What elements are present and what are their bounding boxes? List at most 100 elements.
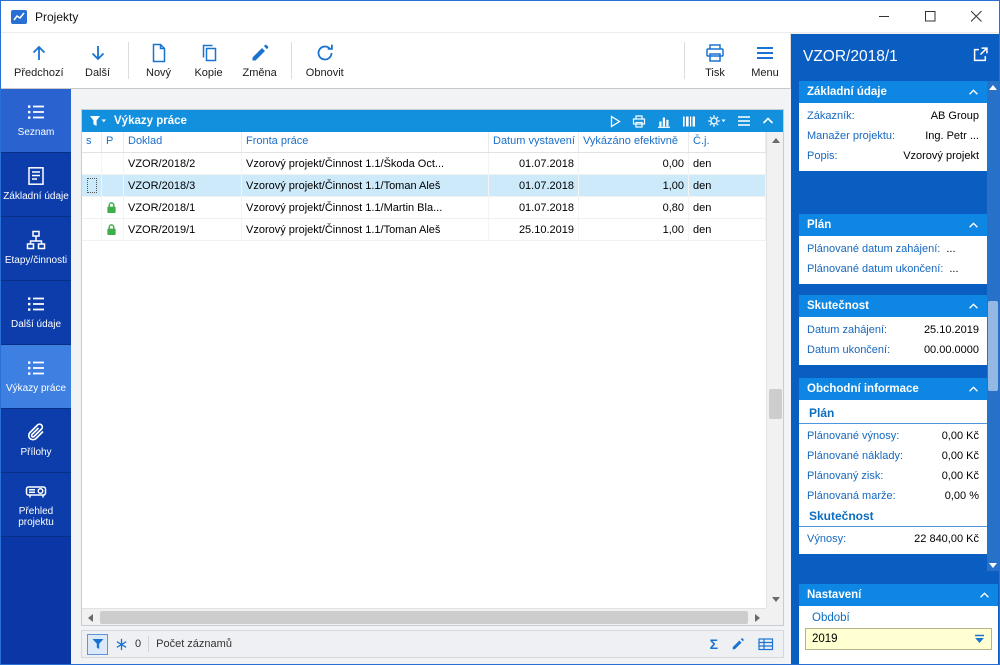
sidebar-item-label: Výkazy práce	[5, 383, 67, 395]
print-label: Tisk	[705, 66, 725, 79]
section-nastaveni: Nastavení Období 2019	[799, 584, 998, 664]
play-icon[interactable]	[609, 114, 621, 128]
cell-cj: den	[689, 219, 766, 240]
gear-icon[interactable]	[707, 114, 726, 128]
minimize-button[interactable]	[861, 1, 907, 32]
filter-icon[interactable]	[89, 115, 107, 128]
column-header-vykazano[interactable]: Vykázáno efektivně	[579, 132, 689, 152]
form-icon	[26, 166, 46, 186]
table-row[interactable]: VZOR/2018/1 Vzorový projekt/Činnost 1.1/…	[82, 197, 766, 219]
column-header-p[interactable]: P	[102, 132, 124, 152]
scroll-right-arrow[interactable]	[749, 609, 766, 626]
chart-icon[interactable]	[657, 115, 671, 128]
section-plan: Plán Plánované datum zahájení:... Plánov…	[799, 214, 987, 284]
column-header-fronta-prace[interactable]: Fronta práce	[242, 132, 489, 152]
cell-p	[102, 175, 124, 196]
previous-button[interactable]: Předchozí	[5, 33, 73, 88]
section-header[interactable]: Skutečnost	[799, 295, 987, 317]
section-header[interactable]: Nastavení	[799, 584, 998, 606]
scroll-down-arrow[interactable]	[987, 559, 999, 571]
menu-label: Menu	[751, 66, 779, 79]
period-select[interactable]: 2019	[805, 628, 992, 650]
table-row[interactable]: VZOR/2019/1 Vzorový projekt/Činnost 1.1/…	[82, 219, 766, 241]
refresh-icon	[315, 43, 335, 63]
snowflake-icon[interactable]	[115, 638, 128, 651]
filter-toggle-button[interactable]	[87, 633, 108, 655]
toolbar: Předchozí Další Nový Kopie Změna Obnovit…	[1, 33, 791, 89]
sum-icon[interactable]: Σ	[710, 637, 718, 651]
sidebar-item-etapy-cinnosti[interactable]: Etapy/činnosti	[1, 217, 71, 281]
section-header[interactable]: Plán	[799, 214, 987, 236]
focus-rect	[87, 178, 97, 193]
menu-button[interactable]: Menu	[740, 33, 790, 88]
collapse-chevron-icon[interactable]	[762, 117, 774, 125]
cell-fronta: Vzorový projekt/Činnost 1.1/Toman Aleš	[242, 219, 489, 240]
grid-title: Výkazy práce	[114, 115, 187, 127]
subsection-skutecnost: Skutečnost	[799, 506, 987, 527]
print-button[interactable]: Tisk	[690, 33, 740, 88]
table-row-selected[interactable]: VZOR/2018/3 Vzorový projekt/Činnost 1.1/…	[82, 175, 766, 197]
sidebar-item-zakladni-udaje[interactable]: Základní údaje	[1, 153, 71, 217]
horizontal-scroll-thumb[interactable]	[100, 611, 748, 624]
column-header-cj[interactable]: Č.j.	[689, 132, 766, 152]
printer-icon[interactable]	[632, 114, 646, 128]
columns-icon[interactable]	[682, 115, 696, 128]
field-label: Popis:	[807, 150, 838, 162]
grid-edit-icon[interactable]	[758, 637, 774, 651]
field-label: Datum ukončení:	[807, 344, 891, 356]
table-row[interactable]: VZOR/2018/2 Vzorový projekt/Činnost 1.1/…	[82, 153, 766, 175]
horizontal-scrollbar[interactable]	[82, 608, 766, 625]
section-header[interactable]: Základní údaje	[799, 81, 987, 103]
scroll-down-arrow[interactable]	[767, 591, 784, 608]
hamburger-icon[interactable]	[737, 115, 751, 127]
field-label: Zákazník:	[807, 110, 855, 122]
sidebar-item-vykazy-prace[interactable]: Výkazy práce	[1, 345, 71, 409]
new-button[interactable]: Nový	[134, 33, 184, 88]
field-label: Plánované datum zahájení:	[807, 243, 941, 255]
cell-cj: den	[689, 175, 766, 196]
sidebar-item-seznam[interactable]: Seznam	[1, 89, 71, 153]
column-header-s[interactable]: s	[82, 132, 102, 152]
copy-label: Kopie	[194, 66, 223, 79]
change-button[interactable]: Změna	[234, 33, 286, 88]
chevron-up-icon[interactable]	[968, 385, 979, 393]
maximize-button[interactable]	[907, 1, 953, 32]
cell-s	[82, 175, 102, 196]
field-value: ...	[946, 243, 956, 255]
scroll-up-arrow[interactable]	[767, 132, 784, 149]
copy-button[interactable]: Kopie	[184, 33, 234, 88]
vertical-scrollbar[interactable]	[766, 132, 783, 608]
vertical-scroll-thumb[interactable]	[769, 389, 782, 419]
list-icon	[26, 102, 46, 122]
detail-scrollbar[interactable]	[987, 81, 999, 571]
cell-vykazano: 0,80	[579, 197, 689, 218]
section-header[interactable]: Obchodní informace	[799, 378, 987, 400]
sidebar-item-prilohy[interactable]: Přílohy	[1, 409, 71, 473]
chevron-up-icon[interactable]	[979, 591, 990, 599]
chevron-up-icon[interactable]	[968, 302, 979, 310]
sidebar-item-label: Základní údaje	[3, 191, 69, 203]
cell-s	[82, 197, 102, 218]
sidebar-item-dalsi-udaje[interactable]: Další údaje	[1, 281, 71, 345]
refresh-button[interactable]: Obnovit	[297, 33, 353, 88]
lock-icon	[106, 223, 117, 236]
cell-fronta: Vzorový projekt/Činnost 1.1/Toman Aleš	[242, 175, 489, 196]
scroll-up-arrow[interactable]	[987, 81, 999, 93]
column-header-datum-vystaveni[interactable]: Datum vystavení	[489, 132, 579, 152]
cell-doklad: VZOR/2019/1	[124, 219, 242, 240]
edit-pencil-icon[interactable]	[731, 637, 745, 651]
chevron-up-icon[interactable]	[968, 221, 979, 229]
chevron-up-icon[interactable]	[968, 88, 979, 96]
filter-count: 0	[135, 638, 142, 650]
scroll-left-arrow[interactable]	[82, 609, 99, 626]
next-button[interactable]: Další	[73, 33, 123, 88]
section-body: Zákazník: AB Group Manažer projektu: Ing. …	[799, 103, 987, 171]
sidebar-item-label: Přílohy	[20, 447, 52, 459]
close-button[interactable]	[953, 1, 999, 32]
column-header-doklad[interactable]: Doklad	[124, 132, 242, 152]
field-value: Vzorový projekt	[903, 150, 979, 162]
titlebar: Projekty	[1, 1, 999, 33]
popout-icon[interactable]	[973, 47, 988, 62]
sidebar-item-prehled-projektu[interactable]: Přehled projektu	[1, 473, 71, 537]
detail-scroll-thumb[interactable]	[988, 301, 998, 391]
